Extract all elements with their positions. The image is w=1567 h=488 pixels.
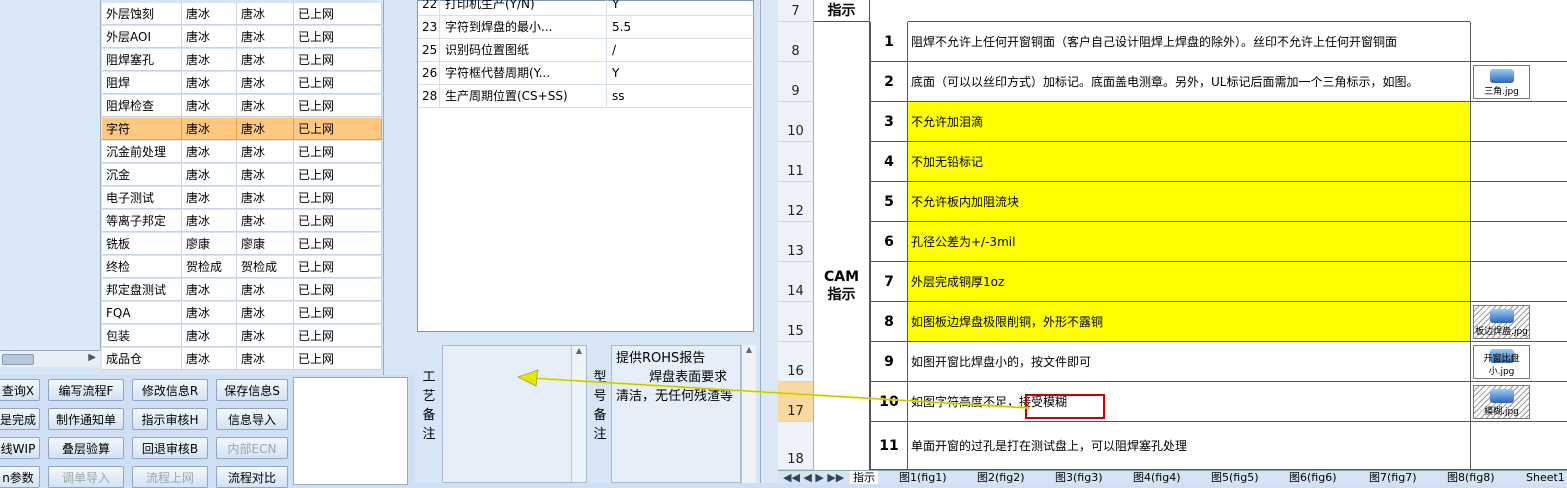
annotation-arrow [517,369,1031,409]
